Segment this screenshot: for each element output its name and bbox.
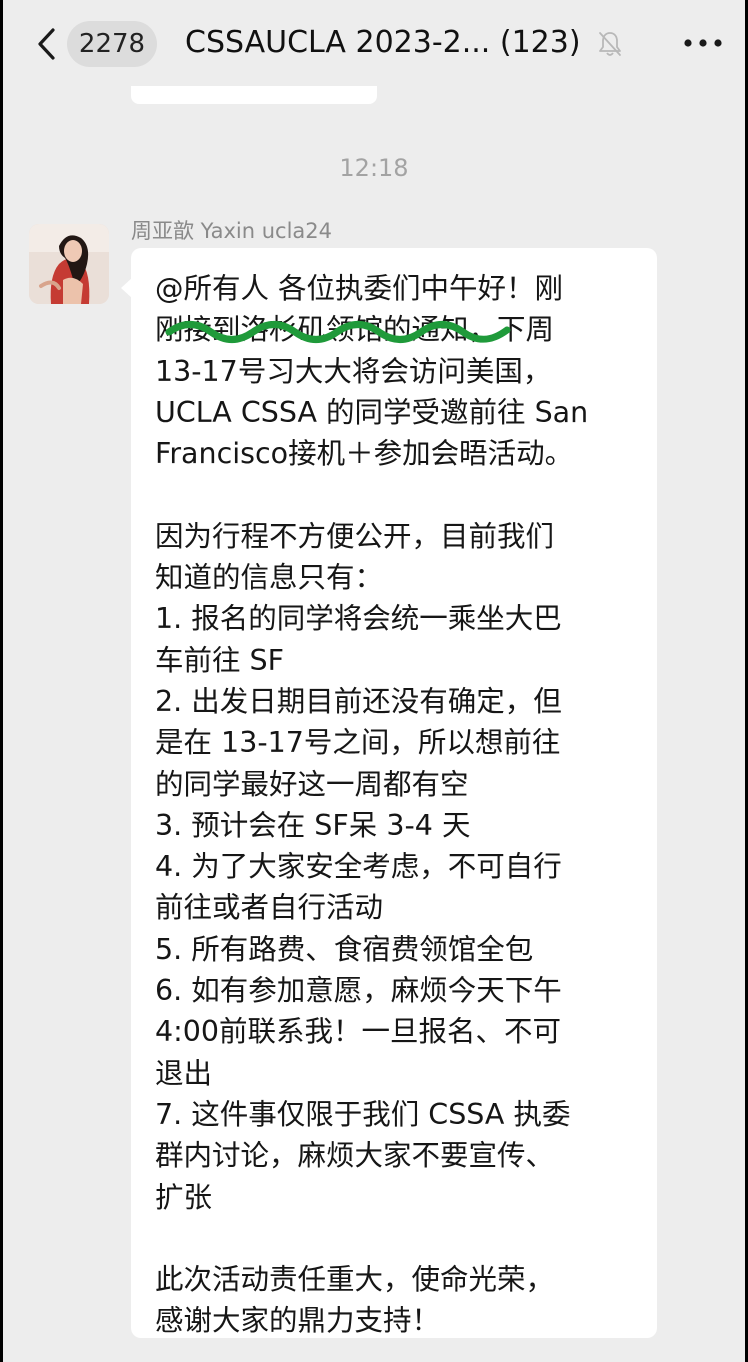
- back-chevron-icon[interactable]: [33, 26, 63, 62]
- bell-muted-icon: [599, 32, 621, 56]
- message-timestamp: 12:18: [339, 154, 409, 182]
- message-text: @所有人 各位执委们中午好！刚 刚接到洛杉矶领馆的通知，下周 13-17号习大大…: [155, 272, 589, 1338]
- sender-avatar[interactable]: [29, 224, 109, 304]
- sender-name: 周亚歆 Yaxin ucla24: [131, 219, 333, 243]
- more-dots-icon[interactable]: [683, 38, 723, 48]
- chat-screen: 2278 CSSAUCLA 2023-2... (123) 12:18 周亚歆 …: [3, 0, 745, 1362]
- chat-title: CSSAUCLA 2023-2... (123): [185, 25, 581, 60]
- message-bubble[interactable]: @所有人 各位执委们中午好！刚 刚接到洛杉矶领馆的通知，下周 13-17号习大大…: [131, 248, 657, 1338]
- avatar-photo-icon: [29, 224, 109, 304]
- chat-header: 2278 CSSAUCLA 2023-2... (123): [3, 0, 745, 86]
- previous-message-bubble[interactable]: [131, 86, 377, 104]
- unread-count-badge[interactable]: 2278: [67, 21, 157, 67]
